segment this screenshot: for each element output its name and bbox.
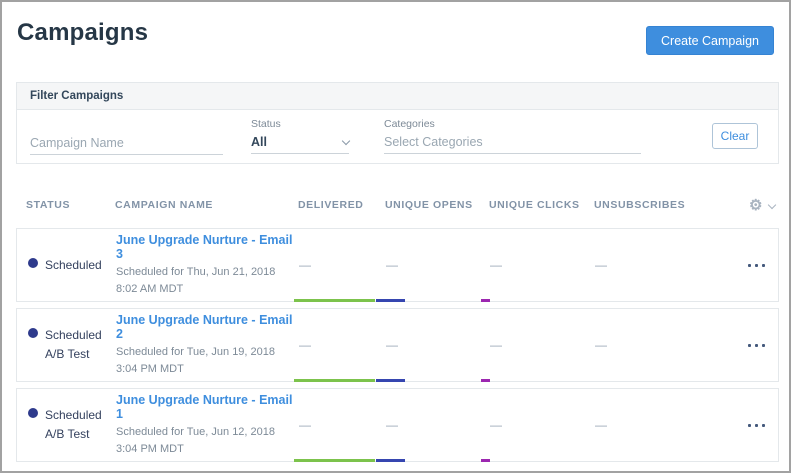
status-sub-label: A/B Test: [45, 347, 89, 361]
campaign-schedule: Scheduled for Tue, Jun 12, 2018 3:04 PM …: [116, 424, 294, 457]
unique-clicks-value: —: [490, 338, 595, 352]
delivered-value: —: [299, 418, 386, 432]
delivered-value: —: [299, 338, 386, 352]
col-header-unique-opens: UNIQUE OPENS: [385, 199, 489, 211]
chevron-down-icon: [342, 136, 350, 144]
status-cell: Scheduled: [27, 256, 116, 275]
clicks-bar: [481, 299, 490, 302]
opens-bar: [376, 459, 405, 462]
filter-panel-title: Filter Campaigns: [17, 83, 778, 110]
categories-filter: Categories: [384, 118, 641, 154]
table-row: Scheduled A/B Test June Upgrade Nurture …: [16, 388, 779, 462]
status-selected-value: All: [251, 135, 267, 149]
table-row: Scheduled A/B Test June Upgrade Nurture …: [16, 308, 779, 382]
campaign-name-filter: [30, 133, 223, 155]
categories-filter-label: Categories: [384, 118, 641, 130]
campaign-name-input[interactable]: [30, 133, 223, 155]
scheduled-status-icon: [28, 408, 38, 418]
col-header-campaign-name: CAMPAIGN NAME: [115, 199, 298, 211]
create-campaign-button[interactable]: Create Campaign: [646, 26, 774, 55]
page-title: Campaigns: [17, 19, 148, 47]
clicks-bar: [481, 379, 490, 382]
campaign-name-cell: June Upgrade Nurture - Email 3 Scheduled…: [116, 233, 294, 297]
table-header: STATUS CAMPAIGN NAME DELIVERED UNIQUE OP…: [16, 194, 779, 216]
scheduled-status-icon: [28, 258, 38, 268]
status-cell: Scheduled A/B Test: [27, 406, 116, 443]
col-header-delivered: DELIVERED: [298, 199, 385, 211]
unsubscribes-value: —: [595, 338, 736, 352]
campaign-schedule: Scheduled for Thu, Jun 21, 2018 8:02 AM …: [116, 264, 294, 297]
status-cell: Scheduled A/B Test: [27, 326, 116, 363]
campaign-name-cell: June Upgrade Nurture - Email 1 Scheduled…: [116, 393, 294, 457]
table-row: Scheduled June Upgrade Nurture - Email 3…: [16, 228, 779, 302]
status-select[interactable]: All: [251, 132, 349, 154]
status-label: Scheduled: [45, 408, 102, 422]
status-label: Scheduled: [45, 258, 102, 272]
unique-clicks-value: —: [490, 418, 595, 432]
clear-filters-button[interactable]: Clear: [712, 123, 758, 149]
clicks-bar: [481, 459, 490, 462]
categories-input[interactable]: [384, 132, 641, 154]
status-filter: Status All: [251, 118, 349, 154]
status-label: Scheduled: [45, 328, 102, 342]
col-header-unsubscribes: UNSUBSCRIBES: [594, 199, 735, 211]
unique-opens-value: —: [386, 338, 490, 352]
unique-opens-value: —: [386, 418, 490, 432]
campaigns-page: Campaigns Create Campaign Filter Campaig…: [0, 0, 791, 473]
col-header-status: STATUS: [26, 199, 115, 211]
status-sub-label: A/B Test: [45, 427, 89, 441]
unsubscribes-value: —: [595, 258, 736, 272]
unique-opens-value: —: [386, 258, 490, 272]
col-header-unique-clicks: UNIQUE CLICKS: [489, 199, 594, 211]
status-filter-label: Status: [251, 118, 349, 130]
campaign-schedule: Scheduled for Tue, Jun 19, 2018 3:04 PM …: [116, 344, 294, 377]
chevron-down-icon[interactable]: [768, 201, 776, 209]
unsubscribes-value: —: [595, 418, 736, 432]
delivered-bar: [294, 299, 375, 302]
opens-bar: [376, 299, 405, 302]
campaign-link[interactable]: June Upgrade Nurture - Email 1: [116, 393, 294, 421]
delivered-bar: [294, 459, 375, 462]
filter-panel: Filter Campaigns Status All Categories C…: [16, 82, 779, 164]
opens-bar: [376, 379, 405, 382]
campaign-link[interactable]: June Upgrade Nurture - Email 2: [116, 313, 294, 341]
campaign-link[interactable]: June Upgrade Nurture - Email 3: [116, 233, 294, 261]
filter-body: Status All Categories Clear: [17, 110, 778, 163]
delivered-bar: [294, 379, 375, 382]
ellipsis-icon[interactable]: [736, 424, 778, 427]
unique-clicks-value: —: [490, 258, 595, 272]
scheduled-status-icon: [28, 328, 38, 338]
campaign-name-cell: June Upgrade Nurture - Email 2 Scheduled…: [116, 313, 294, 377]
gear-icon[interactable]: ⚙: [749, 197, 763, 214]
ellipsis-icon[interactable]: [736, 344, 778, 347]
delivered-value: —: [299, 258, 386, 272]
ellipsis-icon[interactable]: [736, 264, 778, 267]
